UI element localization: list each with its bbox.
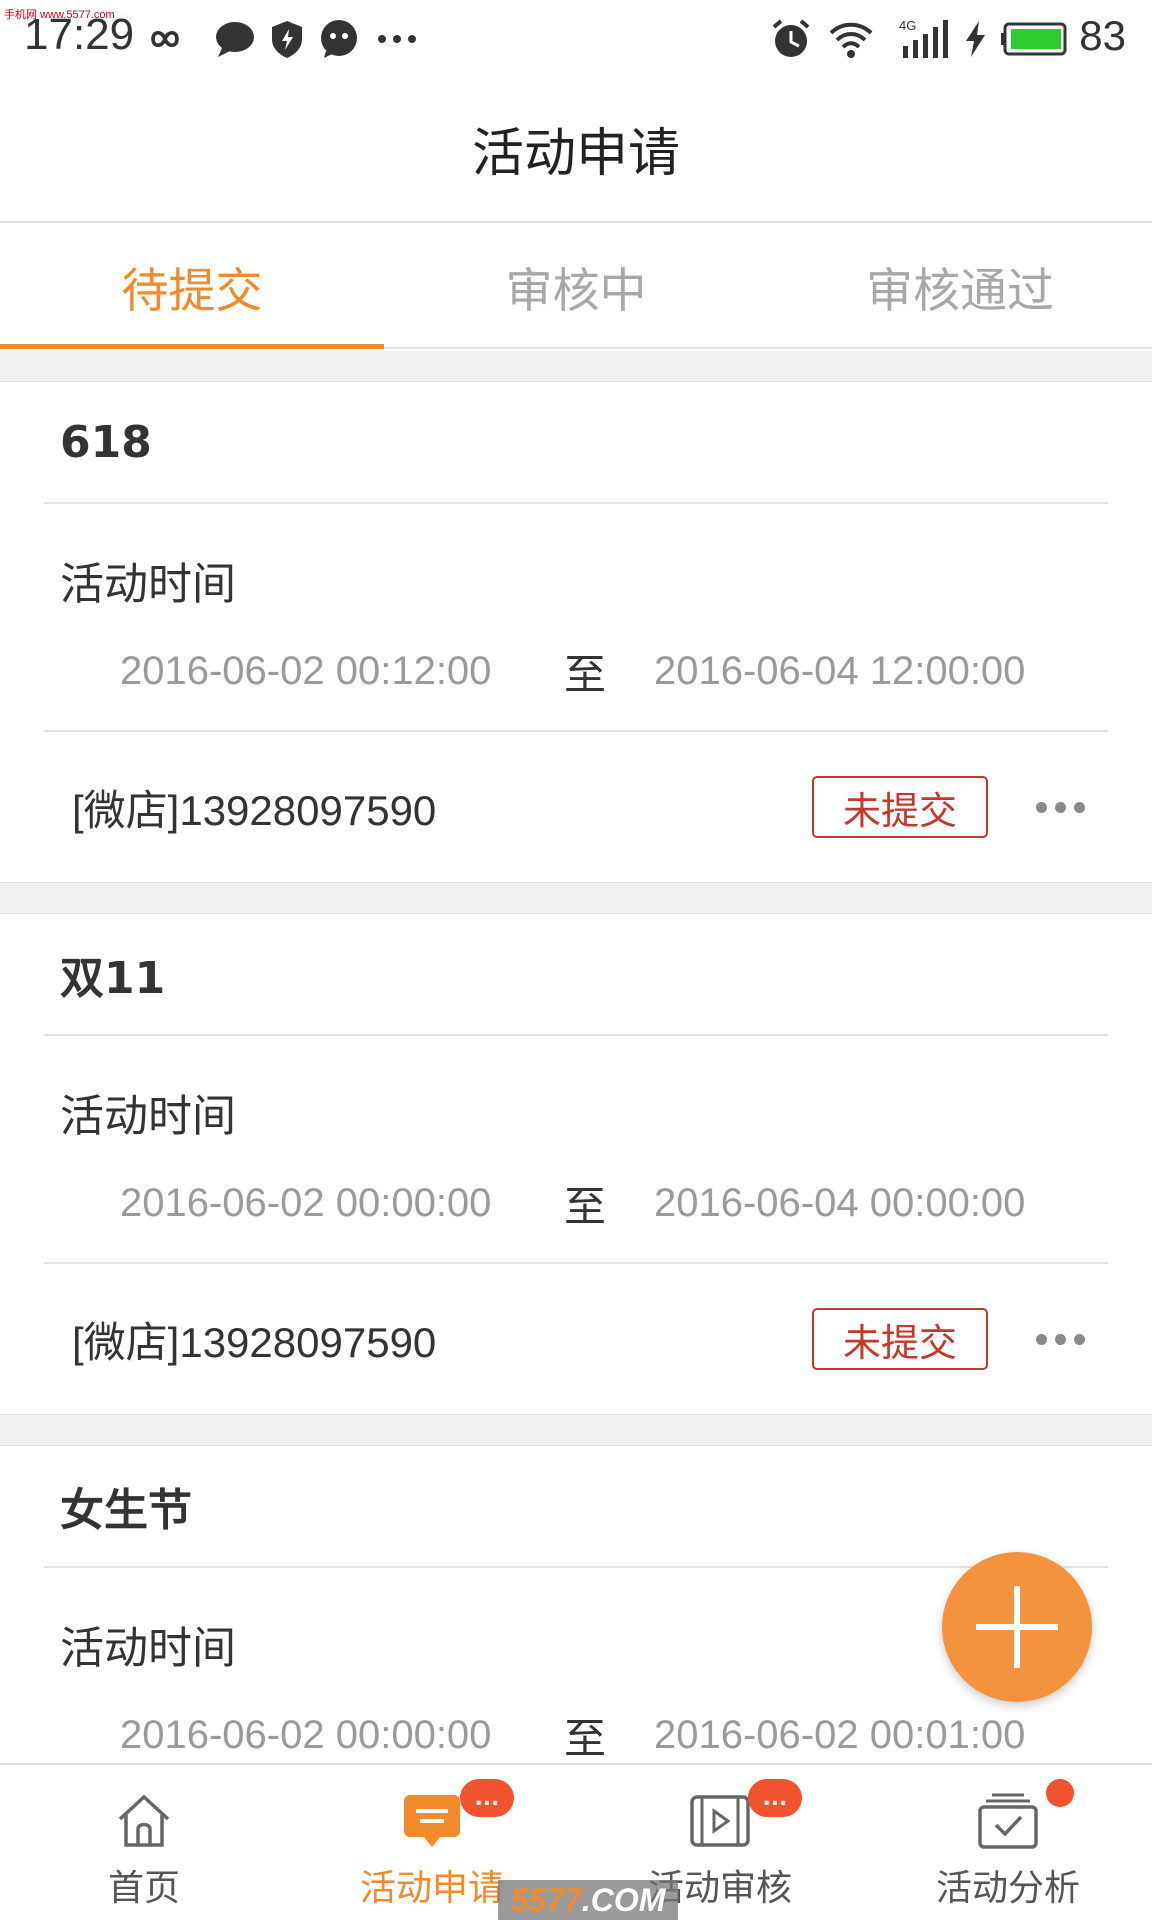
battery-icon	[1000, 16, 1070, 62]
end-time: 2016-06-04 12:00:00	[654, 648, 1026, 693]
signal-icon: 4G	[896, 16, 952, 62]
infinity-icon	[142, 16, 188, 62]
home-icon	[112, 1789, 176, 1853]
nav-label: 首页	[107, 1868, 180, 1909]
time-label: 活动时间	[60, 1091, 236, 1142]
wifi-icon	[828, 16, 874, 62]
end-time: 2016-06-02 00:01:00	[654, 1712, 1026, 1757]
activity-title: 双11	[44, 914, 1108, 1036]
shop-account: [微店]13928097590	[72, 786, 437, 834]
start-time: 2016-06-02 00:00:00	[120, 1712, 492, 1757]
nav-item-home[interactable]: 首页	[0, 1765, 288, 1920]
activity-card[interactable]: 618 活动时间 2016-06-02 00:12:00 至 2016-06-0…	[0, 381, 1152, 883]
nav-label: 活动申请	[359, 1868, 504, 1909]
time-separator: 至	[563, 649, 606, 699]
more-dots-icon	[374, 16, 420, 62]
plus-icon	[976, 1586, 1058, 1668]
watermark-num: 5577	[510, 1881, 582, 1918]
nav-item-activity-analysis[interactable]: 活动分析	[864, 1765, 1152, 1920]
status-badge: 未提交	[812, 776, 988, 838]
activity-list[interactable]: 618 活动时间 2016-06-02 00:12:00 至 2016-06-0…	[0, 351, 1152, 1763]
shield-icon	[264, 16, 310, 62]
status-bar: 手机网 www.5577.com 17:29 4G 83	[0, 0, 1152, 75]
video-review-icon	[688, 1789, 752, 1853]
end-time: 2016-06-04 00:00:00	[654, 1180, 1026, 1225]
message-list-icon	[400, 1789, 464, 1853]
alarm-icon	[768, 16, 814, 62]
shop-account: [微店]13928097590	[72, 1318, 437, 1366]
more-icon[interactable]	[1036, 1324, 1096, 1354]
page-title: 活动申请	[471, 123, 680, 184]
title-bar: 活动申请	[0, 75, 1152, 223]
nav-badge: ...	[748, 1779, 802, 1817]
watermark-suffix: .COM	[581, 1881, 666, 1918]
tab-pending[interactable]: 待提交	[0, 225, 384, 349]
tab-approved[interactable]: 审核通过	[768, 225, 1152, 347]
status-badge: 未提交	[812, 1308, 988, 1370]
activity-title: 618	[44, 382, 1108, 504]
more-icon[interactable]	[1036, 792, 1096, 822]
svg-text:4G: 4G	[899, 18, 916, 33]
start-time: 2016-06-02 00:00:00	[120, 1180, 492, 1225]
checklist-icon	[976, 1789, 1040, 1853]
activity-card[interactable]: 双11 活动时间 2016-06-02 00:00:00 至 2016-06-0…	[0, 913, 1152, 1415]
battery-percent: 83	[1079, 12, 1126, 59]
time-separator: 至	[563, 1181, 606, 1231]
charging-icon	[958, 16, 992, 62]
chat-bubble-icon	[212, 16, 258, 62]
card-footer: [微店]13928097590 未提交	[0, 732, 1152, 882]
time-range: 2016-06-02 00:00:00 至 2016-06-02 00:01:0…	[44, 1676, 1108, 1763]
tab-reviewing[interactable]: 审核中	[384, 225, 768, 347]
status-time: 17:29	[24, 10, 135, 59]
watermark-logo: 5577 .COM	[498, 1880, 678, 1920]
nav-label: 活动分析	[935, 1868, 1080, 1909]
nav-badge: ...	[460, 1779, 514, 1817]
time-range: 2016-06-02 00:12:00 至 2016-06-04 12:00:0…	[44, 612, 1108, 732]
message-icon	[316, 16, 362, 62]
tab-bar: 待提交 审核中 审核通过	[0, 225, 1152, 349]
time-separator: 至	[563, 1713, 606, 1763]
time-label: 活动时间	[60, 559, 236, 610]
notification-dot	[1046, 1779, 1074, 1807]
add-activity-button[interactable]	[942, 1552, 1092, 1702]
card-footer: [微店]13928097590 未提交	[0, 1264, 1152, 1414]
start-time: 2016-06-02 00:12:00	[120, 648, 492, 693]
time-range: 2016-06-02 00:00:00 至 2016-06-04 00:00:0…	[44, 1144, 1108, 1264]
activity-title: 女生节	[44, 1446, 1108, 1568]
